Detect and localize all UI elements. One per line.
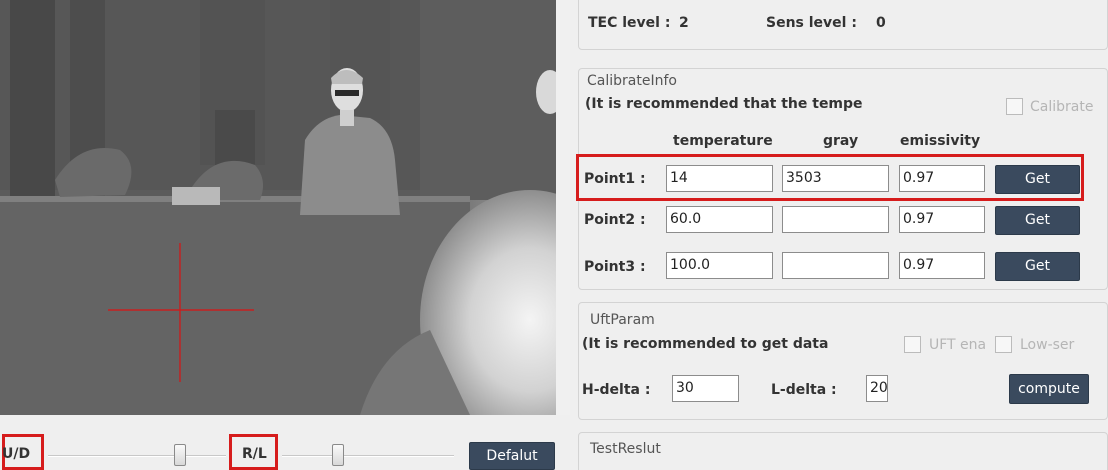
tec-level-label: TEC level :	[588, 15, 671, 31]
uft-title: UftParam	[588, 312, 657, 328]
calibrate-title: CalibrateInfo	[585, 73, 679, 89]
point2-label: Point2 :	[584, 212, 646, 228]
l-delta-label: L-delta :	[771, 382, 837, 398]
rl-slider-thumb[interactable]	[332, 444, 344, 466]
uft-ena-label: UFT ena	[929, 337, 987, 353]
sens-level-label: Sens level :	[766, 15, 857, 31]
default-button[interactable]: Defalut	[469, 442, 555, 470]
h-delta-label: H-delta :	[582, 382, 651, 398]
rl-slider-track[interactable]	[282, 455, 454, 457]
gray-header: gray	[823, 133, 859, 149]
ud-label: U/D	[2, 446, 31, 462]
point1-emissivity-input[interactable]: 0.97	[899, 165, 985, 192]
point1-label: Point1 :	[584, 171, 646, 187]
settings-panel: TEC level : 2 Sens level : 0 CalibrateIn…	[570, 0, 1108, 470]
low-sen-label: Low-ser	[1020, 337, 1075, 353]
sens-level-value: 0	[876, 15, 886, 31]
rl-label: R/L	[242, 446, 267, 462]
calibrate-note: (It is recommended that the tempe	[585, 96, 863, 112]
thermal-preview[interactable]	[0, 0, 556, 415]
app-window: U/D R/L Defalut TEC level : 2 Sens level…	[0, 0, 1108, 470]
ud-slider-track[interactable]	[48, 455, 226, 457]
point2-gray-input[interactable]	[782, 206, 889, 233]
point2-emissivity-input[interactable]: 0.97	[899, 206, 985, 233]
slider-strip: U/D R/L Defalut	[0, 415, 570, 470]
test-result-group: TestReslut	[578, 432, 1108, 470]
point3-emissivity-input[interactable]: 0.97	[899, 252, 985, 279]
point1-gray-input[interactable]: 3503	[782, 165, 889, 192]
point2-get-button[interactable]: Get	[995, 206, 1080, 235]
point1-get-button[interactable]: Get	[995, 165, 1080, 194]
emissivity-header: emissivity	[900, 133, 981, 149]
uft-note: (It is recommended to get data	[582, 336, 829, 352]
l-delta-input[interactable]: 20	[866, 375, 888, 402]
point3-gray-input[interactable]	[782, 252, 889, 279]
uft-group: UftParam (It is recommended to get data …	[578, 302, 1108, 420]
calibrate-checkbox[interactable]	[1006, 98, 1023, 115]
levels-group: TEC level : 2 Sens level : 0	[578, 0, 1108, 50]
temperature-header: temperature	[673, 133, 773, 149]
low-sen-checkbox[interactable]	[995, 336, 1012, 353]
h-delta-input[interactable]: 30	[672, 375, 739, 402]
point2-temperature-input[interactable]: 60.0	[666, 206, 773, 233]
test-result-title: TestReslut	[588, 441, 663, 457]
compute-button[interactable]: compute	[1009, 374, 1089, 404]
calibrate-checkbox-label: Calibrate	[1030, 99, 1094, 115]
point1-temperature-input[interactable]: 14	[666, 165, 773, 192]
point3-temperature-input[interactable]: 100.0	[666, 252, 773, 279]
tec-level-value: 2	[679, 15, 689, 31]
ud-slider-thumb[interactable]	[174, 444, 186, 466]
uft-ena-checkbox[interactable]	[904, 336, 921, 353]
thermal-image	[0, 0, 556, 415]
point3-label: Point3 :	[584, 259, 646, 275]
point3-get-button[interactable]: Get	[995, 252, 1080, 281]
